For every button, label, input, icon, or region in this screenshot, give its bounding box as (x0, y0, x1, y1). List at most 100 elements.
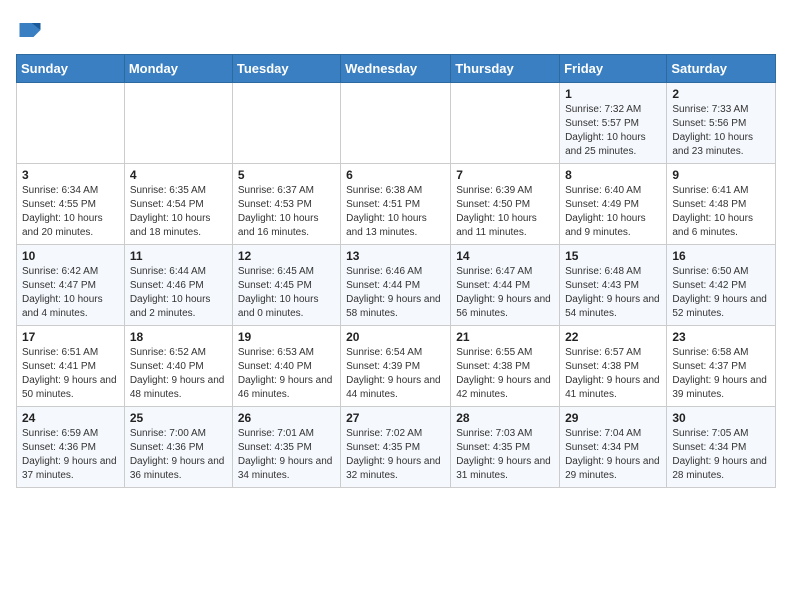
day-info: Sunrise: 6:57 AM Sunset: 4:38 PM Dayligh… (565, 346, 661, 402)
calendar-week-3: 10 Sunrise: 6:42 AM Sunset: 4:47 PM Dayli… (17, 245, 776, 326)
calendar-cell (451, 83, 560, 164)
day-info: Sunrise: 6:44 AM Sunset: 4:46 PM Dayligh… (130, 265, 227, 321)
calendar-cell: 10 Sunrise: 6:42 AM Sunset: 4:47 PM Dayli… (17, 245, 125, 326)
day-number: 13 (346, 249, 445, 263)
day-info: Sunrise: 6:53 AM Sunset: 4:40 PM Dayligh… (238, 346, 335, 402)
day-number: 20 (346, 330, 445, 344)
day-info: Sunrise: 6:48 AM Sunset: 4:43 PM Dayligh… (565, 265, 661, 321)
day-info: Sunrise: 6:50 AM Sunset: 4:42 PM Dayligh… (672, 265, 770, 321)
calendar-cell: 14 Sunrise: 6:47 AM Sunset: 4:44 PM Dayli… (451, 245, 560, 326)
calendar-cell: 7 Sunrise: 6:39 AM Sunset: 4:50 PM Daylig… (451, 164, 560, 245)
logo-icon (16, 16, 44, 44)
day-number: 17 (22, 330, 119, 344)
day-info: Sunrise: 7:03 AM Sunset: 4:35 PM Dayligh… (456, 427, 554, 483)
header-cell-wednesday: Wednesday (341, 55, 451, 83)
day-number: 15 (565, 249, 661, 263)
day-number: 1 (565, 87, 661, 101)
header-cell-sunday: Sunday (17, 55, 125, 83)
day-number: 7 (456, 168, 554, 182)
day-info: Sunrise: 6:58 AM Sunset: 4:37 PM Dayligh… (672, 346, 770, 402)
day-number: 8 (565, 168, 661, 182)
calendar-week-2: 3 Sunrise: 6:34 AM Sunset: 4:55 PM Daylig… (17, 164, 776, 245)
day-info: Sunrise: 6:39 AM Sunset: 4:50 PM Dayligh… (456, 184, 554, 240)
day-number: 5 (238, 168, 335, 182)
calendar-cell: 26Sunrise: 7:01 AM Sunset: 4:35 PM Dayli… (232, 407, 340, 488)
day-number: 14 (456, 249, 554, 263)
day-info: Sunrise: 7:01 AM Sunset: 4:35 PM Dayligh… (238, 427, 335, 483)
day-number: 30 (672, 411, 770, 425)
day-number: 27 (346, 411, 445, 425)
day-info: Sunrise: 7:02 AM Sunset: 4:35 PM Dayligh… (346, 427, 445, 483)
calendar-cell: 21Sunrise: 6:55 AM Sunset: 4:38 PM Dayli… (451, 326, 560, 407)
day-number: 3 (22, 168, 119, 182)
day-number: 29 (565, 411, 661, 425)
calendar-cell: 15 Sunrise: 6:48 AM Sunset: 4:43 PM Dayli… (560, 245, 667, 326)
page-header (16, 16, 776, 44)
calendar-table: SundayMondayTuesdayWednesdayThursdayFrid… (16, 54, 776, 488)
calendar-cell: 24 Sunrise: 6:59 AM Sunset: 4:36 PM Dayli… (17, 407, 125, 488)
calendar-cell: 27 Sunrise: 7:02 AM Sunset: 4:35 PM Dayli… (341, 407, 451, 488)
day-info: Sunrise: 6:46 AM Sunset: 4:44 PM Dayligh… (346, 265, 445, 321)
day-number: 23 (672, 330, 770, 344)
day-number: 2 (672, 87, 770, 101)
header-cell-saturday: Saturday (667, 55, 776, 83)
logo (16, 16, 48, 44)
calendar-cell: 8Sunrise: 6:40 AM Sunset: 4:49 PM Daylig… (560, 164, 667, 245)
day-info: Sunrise: 6:34 AM Sunset: 4:55 PM Dayligh… (22, 184, 119, 240)
calendar-body: 1 Sunrise: 7:32 AM Sunset: 5:57 PM Daylig… (17, 83, 776, 488)
calendar-cell: 3 Sunrise: 6:34 AM Sunset: 4:55 PM Daylig… (17, 164, 125, 245)
calendar-cell: 9 Sunrise: 6:41 AM Sunset: 4:48 PM Daylig… (667, 164, 776, 245)
day-info: Sunrise: 6:52 AM Sunset: 4:40 PM Dayligh… (130, 346, 227, 402)
day-info: Sunrise: 7:04 AM Sunset: 4:34 PM Dayligh… (565, 427, 661, 483)
day-info: Sunrise: 7:00 AM Sunset: 4:36 PM Dayligh… (130, 427, 227, 483)
calendar-cell (341, 83, 451, 164)
calendar-cell: 5 Sunrise: 6:37 AM Sunset: 4:53 PM Daylig… (232, 164, 340, 245)
calendar-cell: 18 Sunrise: 6:52 AM Sunset: 4:40 PM Dayli… (124, 326, 232, 407)
day-number: 11 (130, 249, 227, 263)
day-number: 18 (130, 330, 227, 344)
calendar-cell (17, 83, 125, 164)
calendar-week-4: 17Sunrise: 6:51 AM Sunset: 4:41 PM Dayli… (17, 326, 776, 407)
day-info: Sunrise: 6:41 AM Sunset: 4:48 PM Dayligh… (672, 184, 770, 240)
day-number: 25 (130, 411, 227, 425)
day-number: 19 (238, 330, 335, 344)
calendar-cell: 25 Sunrise: 7:00 AM Sunset: 4:36 PM Dayli… (124, 407, 232, 488)
calendar-cell: 17Sunrise: 6:51 AM Sunset: 4:41 PM Dayli… (17, 326, 125, 407)
day-number: 22 (565, 330, 661, 344)
day-info: Sunrise: 6:42 AM Sunset: 4:47 PM Dayligh… (22, 265, 119, 321)
day-info: Sunrise: 6:35 AM Sunset: 4:54 PM Dayligh… (130, 184, 227, 240)
day-number: 9 (672, 168, 770, 182)
header-cell-tuesday: Tuesday (232, 55, 340, 83)
calendar-cell: 19 Sunrise: 6:53 AM Sunset: 4:40 PM Dayli… (232, 326, 340, 407)
calendar-cell: 30 Sunrise: 7:05 AM Sunset: 4:34 PM Dayli… (667, 407, 776, 488)
day-number: 28 (456, 411, 554, 425)
day-number: 21 (456, 330, 554, 344)
day-info: Sunrise: 6:59 AM Sunset: 4:36 PM Dayligh… (22, 427, 119, 483)
calendar-cell: 16 Sunrise: 6:50 AM Sunset: 4:42 PM Dayli… (667, 245, 776, 326)
day-info: Sunrise: 6:45 AM Sunset: 4:45 PM Dayligh… (238, 265, 335, 321)
calendar-cell: 28 Sunrise: 7:03 AM Sunset: 4:35 PM Dayli… (451, 407, 560, 488)
day-info: Sunrise: 6:37 AM Sunset: 4:53 PM Dayligh… (238, 184, 335, 240)
day-number: 4 (130, 168, 227, 182)
day-number: 10 (22, 249, 119, 263)
day-number: 6 (346, 168, 445, 182)
header-cell-friday: Friday (560, 55, 667, 83)
calendar-cell: 12 Sunrise: 6:45 AM Sunset: 4:45 PM Dayli… (232, 245, 340, 326)
calendar-cell: 13 Sunrise: 6:46 AM Sunset: 4:44 PM Dayli… (341, 245, 451, 326)
calendar-cell: 23 Sunrise: 6:58 AM Sunset: 4:37 PM Dayli… (667, 326, 776, 407)
header-row: SundayMondayTuesdayWednesdayThursdayFrid… (17, 55, 776, 83)
calendar-week-1: 1 Sunrise: 7:32 AM Sunset: 5:57 PM Daylig… (17, 83, 776, 164)
calendar-cell: 4 Sunrise: 6:35 AM Sunset: 4:54 PM Daylig… (124, 164, 232, 245)
calendar-cell: 22 Sunrise: 6:57 AM Sunset: 4:38 PM Dayli… (560, 326, 667, 407)
calendar-cell: 6Sunrise: 6:38 AM Sunset: 4:51 PM Daylig… (341, 164, 451, 245)
day-info: Sunrise: 7:05 AM Sunset: 4:34 PM Dayligh… (672, 427, 770, 483)
day-number: 24 (22, 411, 119, 425)
header-cell-monday: Monday (124, 55, 232, 83)
day-number: 16 (672, 249, 770, 263)
calendar-header: SundayMondayTuesdayWednesdayThursdayFrid… (17, 55, 776, 83)
calendar-cell (232, 83, 340, 164)
day-number: 12 (238, 249, 335, 263)
day-info: Sunrise: 6:54 AM Sunset: 4:39 PM Dayligh… (346, 346, 445, 402)
day-info: Sunrise: 6:47 AM Sunset: 4:44 PM Dayligh… (456, 265, 554, 321)
day-info: Sunrise: 7:32 AM Sunset: 5:57 PM Dayligh… (565, 103, 661, 159)
